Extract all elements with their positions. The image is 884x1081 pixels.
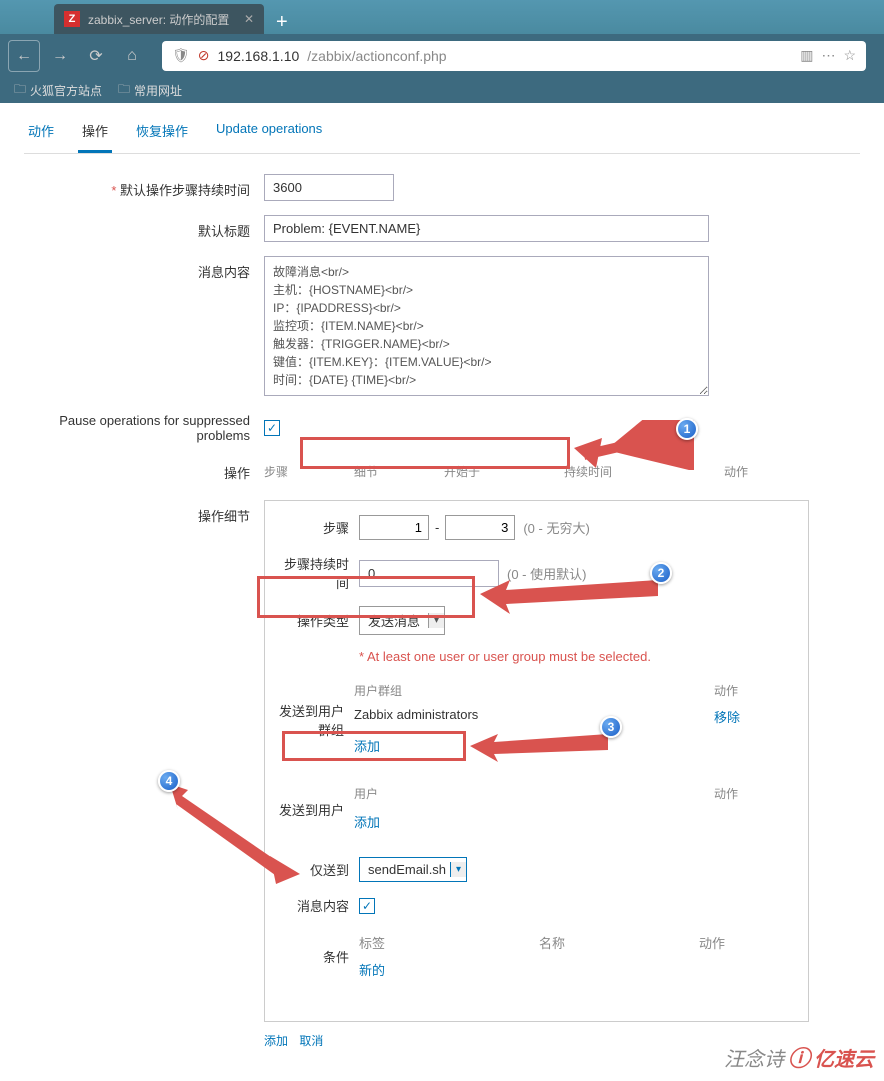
label-operations: 操作 <box>24 457 264 482</box>
label-default-subject: 默认标题 <box>24 215 264 240</box>
browser-tab[interactable]: Z zabbix_server: 动作的配置 ✕ <box>54 4 264 34</box>
bookmark-label: 常用网址 <box>134 82 182 99</box>
sub-tabs: 动作 操作 恢复操作 Update operations <box>24 111 860 154</box>
url-host: 192.168.1.10 <box>218 48 300 64</box>
tab-action[interactable]: 动作 <box>24 111 58 153</box>
textarea-message-body[interactable] <box>264 256 709 396</box>
col-tag: 标签 <box>359 933 539 952</box>
annotation-badge: 1 <box>676 418 698 440</box>
col-name: 名称 <box>539 933 699 952</box>
nav-bar: ← → ⟳ ⌂ 🛡 ⊘ 192.168.1.10/zabbix/actionco… <box>0 34 884 77</box>
input-step-to[interactable] <box>445 515 515 540</box>
reload-button[interactable]: ⟳ <box>80 40 112 72</box>
select-only-to[interactable]: sendEmail.sh ▾ <box>359 857 467 882</box>
label-send-user: 发送到用户 <box>279 800 354 819</box>
input-step-duration[interactable] <box>264 174 394 201</box>
label-conditions: 条件 <box>279 947 359 966</box>
url-path: /zabbix/actionconf.php <box>307 48 446 64</box>
add-group-link[interactable]: 添加 <box>354 730 794 761</box>
operations-table-header: 步骤 细节 开始于 持续时间 动作 <box>264 457 860 486</box>
add-operation-link[interactable]: 添加 <box>264 1034 288 1048</box>
home-button[interactable]: ⌂ <box>116 40 148 72</box>
input-step-from[interactable] <box>359 515 429 540</box>
url-bar[interactable]: 🛡 ⊘ 192.168.1.10/zabbix/actionconf.php ▥… <box>162 41 866 71</box>
remove-link[interactable]: 移除 <box>714 707 740 726</box>
select-value: 发送消息 <box>360 607 428 634</box>
blocked-icon: ⊘ <box>198 47 210 64</box>
ops-head-step: 步骤 <box>264 463 354 480</box>
more-icon[interactable]: ⋯ <box>821 47 835 64</box>
browser-chrome: Z zabbix_server: 动作的配置 ✕ + ← → ⟳ ⌂ 🛡 ⊘ 1… <box>0 0 884 103</box>
warning-text: * At least one user or user group must b… <box>359 649 651 664</box>
tab-bar: Z zabbix_server: 动作的配置 ✕ + <box>0 0 884 34</box>
label-step-duration: 步骤持续时间 <box>279 554 359 592</box>
add-user-link[interactable]: 添加 <box>354 806 794 837</box>
ops-head-detail: 细节 <box>354 463 444 480</box>
bookmark-item[interactable]: 🗀火狐官方站点 <box>14 80 102 101</box>
hint-duration: (0 - 使用默认) <box>507 564 586 583</box>
col-action: 动作 <box>714 785 794 802</box>
logo-icon: ⓘ <box>788 1041 810 1073</box>
bookmark-item[interactable]: 🗀常用网址 <box>118 80 182 101</box>
label-message-body: 消息内容 <box>24 256 264 281</box>
ops-head-duration: 持续时间 <box>564 463 724 480</box>
tab-operations[interactable]: 操作 <box>78 111 112 153</box>
watermark: 汪念诗 ⓘ 亿速云 <box>724 1041 874 1073</box>
annotation-badge: 2 <box>650 562 672 584</box>
new-tab-button[interactable]: + <box>264 11 300 34</box>
annotation-badge: 3 <box>600 716 622 738</box>
label-msg-content: 消息内容 <box>279 896 359 915</box>
select-value: sendEmail.sh <box>360 858 450 881</box>
annotation-badge: 4 <box>158 770 180 792</box>
folder-icon: 🗀 <box>118 80 130 101</box>
tab-recovery[interactable]: 恢复操作 <box>132 111 192 153</box>
chevron-down-icon: ▾ <box>428 613 444 628</box>
tab-title: zabbix_server: 动作的配置 <box>88 11 229 28</box>
checkbox-msg-content[interactable]: ✓ <box>359 898 375 914</box>
label-only-to: 仅送到 <box>279 860 359 879</box>
label-send-group: 发送到用户群组 <box>279 701 354 739</box>
forward-button[interactable]: → <box>44 40 76 72</box>
checkbox-pause[interactable]: ✓ <box>264 420 280 436</box>
group-value: Zabbix administrators <box>354 707 714 726</box>
tab-favicon: Z <box>64 11 80 27</box>
ops-head-action: 动作 <box>724 463 860 480</box>
col-user: 用户 <box>354 785 714 802</box>
label-op-type: 操作类型 <box>279 611 359 630</box>
col-action: 动作 <box>714 682 794 699</box>
bookmark-bar: 🗀火狐官方站点 🗀常用网址 <box>0 77 884 103</box>
bookmark-icon[interactable]: ☆ <box>843 47 856 64</box>
new-condition-link[interactable]: 新的 <box>359 956 794 983</box>
label-op-detail: 操作细节 <box>24 500 264 525</box>
operation-detail-panel: 步骤 - (0 - 无穷大) 步骤持续时间 (0 - 使用默认) 操作类型 发送… <box>264 500 809 1022</box>
back-button[interactable]: ← <box>8 40 40 72</box>
hint-step: (0 - 无穷大) <box>523 518 589 537</box>
ops-head-start: 开始于 <box>444 463 564 480</box>
bookmark-label: 火狐官方站点 <box>30 82 102 99</box>
input-step-duration-detail[interactable] <box>359 560 499 587</box>
label-step-duration: * 默认操作步骤持续时间 <box>24 174 264 199</box>
tab-update[interactable]: Update operations <box>212 111 326 153</box>
shield-icon: 🛡 <box>172 47 190 64</box>
col-action: 动作 <box>699 933 725 952</box>
watermark-brand: 亿速云 <box>814 1043 874 1072</box>
page-content: 动作 操作 恢复操作 Update operations * 默认操作步骤持续时… <box>0 103 884 1081</box>
input-default-subject[interactable] <box>264 215 709 242</box>
close-tab-icon[interactable]: ✕ <box>244 12 254 26</box>
cancel-operation-link[interactable]: 取消 <box>299 1034 323 1048</box>
reader-icon[interactable]: ▥ <box>800 47 813 64</box>
col-user-group: 用户群组 <box>354 682 714 699</box>
label-step: 步骤 <box>279 518 359 537</box>
label-pause: Pause operations for suppressed problems <box>24 413 264 443</box>
select-op-type[interactable]: 发送消息 ▾ <box>359 606 445 635</box>
dash: - <box>429 520 445 535</box>
chevron-down-icon: ▾ <box>450 862 466 877</box>
watermark-text: 汪念诗 <box>724 1043 784 1072</box>
folder-icon: 🗀 <box>14 80 26 101</box>
